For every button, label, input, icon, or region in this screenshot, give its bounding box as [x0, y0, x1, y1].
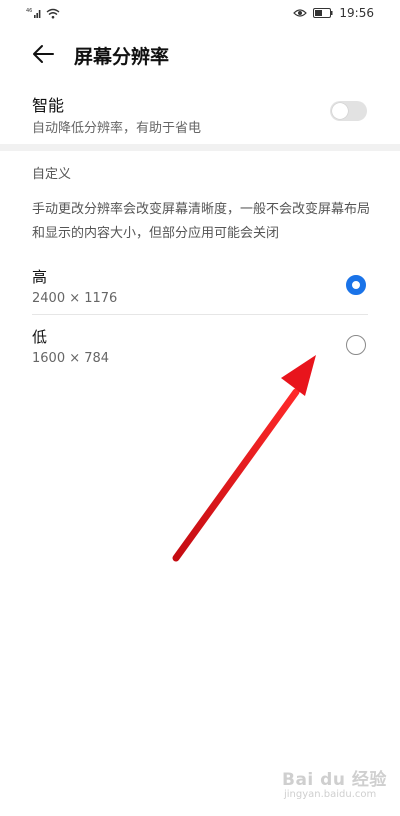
watermark-logo: Bai du 经验	[282, 770, 387, 790]
page-title: 屏幕分辨率	[74, 46, 170, 68]
custom-section-description: 手动更改分辨率会改变屏幕清晰度，一般不会改变屏幕布局和显示的内容大小，但部分应用…	[32, 202, 371, 241]
radio-high-selected[interactable]	[346, 275, 366, 295]
wifi-icon	[46, 8, 60, 18]
status-right: 19:56	[293, 6, 374, 20]
resolution-option-low[interactable]: 低 1600 × 784	[0, 322, 400, 380]
battery-icon	[313, 8, 333, 18]
option-resolution: 2400 × 1176	[32, 291, 118, 306]
back-button[interactable]	[30, 40, 58, 68]
back-arrow-icon	[33, 45, 54, 63]
watermark-url: jingyan.baidu.com	[284, 789, 377, 800]
toggle-knob	[332, 103, 348, 119]
option-resolution: 1600 × 784	[32, 351, 110, 366]
status-time: 19:56	[339, 6, 374, 20]
svg-text:46: 46	[26, 8, 32, 14]
signal-icon: 46	[26, 8, 41, 18]
status-left: 46	[26, 7, 60, 19]
resolution-option-high[interactable]: 高 2400 × 1176	[0, 262, 400, 320]
option-label: 高	[32, 268, 48, 286]
smart-resolution-title: 智能	[32, 96, 65, 115]
smart-resolution-description: 自动降低分辨率，有助于省电	[32, 121, 202, 136]
status-bar: 46 19:56	[0, 0, 400, 28]
section-divider	[0, 144, 400, 151]
eye-icon	[293, 9, 308, 17]
smart-resolution-toggle[interactable]	[330, 101, 367, 121]
app-bar: 屏幕分辨率	[0, 28, 400, 80]
custom-section-label: 自定义	[32, 167, 72, 182]
smart-resolution-row[interactable]: 智能 自动降低分辨率，有助于省电	[0, 88, 400, 140]
baidu-jingyan-watermark: Bai du 经验 jingyan.baidu.com	[282, 765, 392, 805]
option-label: 低	[32, 328, 48, 346]
radio-low-unselected[interactable]	[346, 335, 366, 355]
option-divider	[32, 314, 368, 315]
